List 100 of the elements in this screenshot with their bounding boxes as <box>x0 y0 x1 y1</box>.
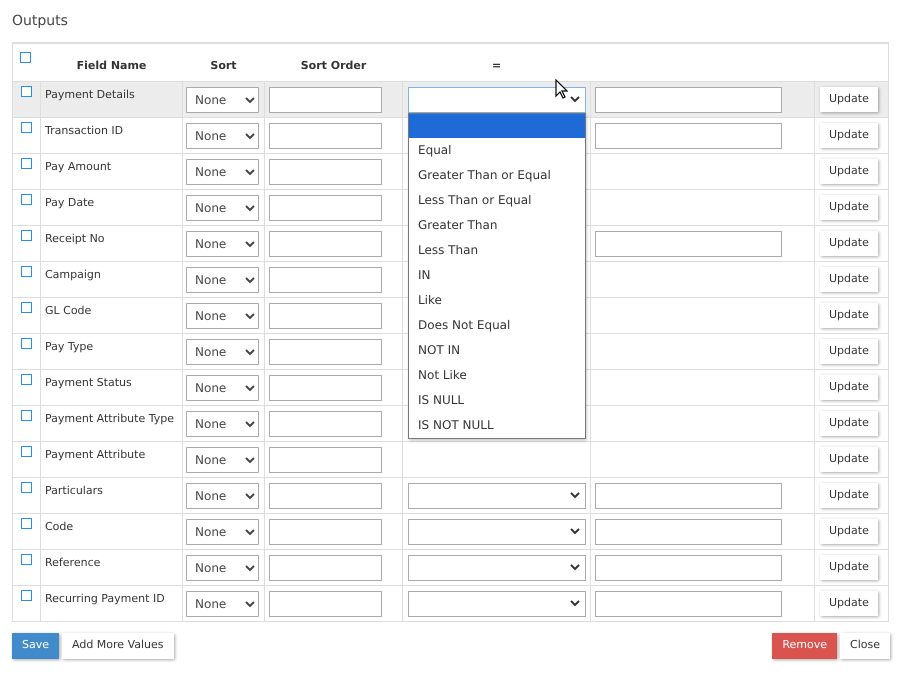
field-name: Receipt No <box>44 230 106 246</box>
dropdown-option[interactable]: Does Not Equal <box>409 312 585 338</box>
field-name: Pay Amount <box>44 158 112 174</box>
checkbox[interactable] <box>21 122 32 132</box>
operator-select[interactable] <box>408 482 586 508</box>
sort-select[interactable]: None <box>186 266 259 292</box>
footer-button[interactable]: Save <box>12 632 60 658</box>
update-button[interactable]: Update <box>820 374 878 400</box>
sort-order-input[interactable] <box>269 86 382 112</box>
section-title: Outputs <box>12 12 69 30</box>
chevron-icon <box>570 600 580 607</box>
value-input[interactable] <box>595 590 782 616</box>
value-input[interactable] <box>595 122 782 148</box>
field-name: Transaction ID <box>44 122 124 138</box>
sort-order-input[interactable] <box>269 410 382 436</box>
checkbox[interactable] <box>21 338 32 348</box>
sort-order-input[interactable] <box>269 230 382 256</box>
footer-button[interactable]: Add More Values <box>62 632 174 658</box>
chevron-icon <box>570 96 580 103</box>
checkbox[interactable] <box>21 266 32 276</box>
sort-select[interactable]: None <box>186 446 259 472</box>
sort-select[interactable]: None <box>186 122 259 148</box>
sort-select[interactable]: None <box>186 338 259 364</box>
operator-select[interactable] <box>408 518 586 544</box>
sort-select[interactable]: None <box>186 230 259 256</box>
update-button[interactable]: Update <box>820 338 878 364</box>
update-button[interactable]: Update <box>820 86 878 112</box>
sort-select[interactable]: None <box>186 482 259 508</box>
dropdown-option[interactable] <box>409 114 585 138</box>
sort-select[interactable]: None <box>186 590 259 616</box>
sort-select[interactable]: None <box>186 86 259 112</box>
update-button[interactable]: Update <box>820 410 878 436</box>
sort-select[interactable]: None <box>186 302 259 328</box>
field-name: Payment Attribute <box>44 446 146 462</box>
field-name: Particulars <box>44 482 104 498</box>
dropdown-option[interactable]: Greater Than <box>409 212 585 238</box>
field-name: Pay Date <box>44 194 96 210</box>
chevron-icon <box>570 528 580 535</box>
update-button[interactable]: Update <box>820 230 878 256</box>
checkbox[interactable] <box>21 230 32 240</box>
checkbox[interactable] <box>21 410 32 420</box>
footer-button[interactable]: Close <box>840 632 890 658</box>
dropdown-option[interactable]: Not Like <box>409 362 585 388</box>
sort-select[interactable]: None <box>186 518 259 544</box>
sort-select[interactable]: None <box>186 410 259 436</box>
operator-select[interactable] <box>408 554 586 580</box>
checkbox[interactable] <box>20 52 31 63</box>
checkbox[interactable] <box>21 86 32 96</box>
sort-order-input[interactable] <box>269 374 382 400</box>
field-name: Recurring Payment ID <box>44 590 166 606</box>
update-button[interactable]: Update <box>820 194 878 220</box>
update-button[interactable]: Update <box>820 122 878 148</box>
operator-select[interactable] <box>408 590 586 616</box>
update-button[interactable]: Update <box>820 590 878 616</box>
checkbox[interactable] <box>21 302 32 312</box>
dropdown-option[interactable]: Like <box>409 288 585 312</box>
field-name: GL Code <box>44 302 92 318</box>
checkbox[interactable] <box>21 482 32 492</box>
checkbox[interactable] <box>21 194 32 204</box>
update-button[interactable]: Update <box>820 158 878 184</box>
sort-order-input[interactable] <box>269 518 382 544</box>
sort-order-input[interactable] <box>269 590 382 616</box>
sort-select[interactable]: None <box>186 194 259 220</box>
field-name: Campaign <box>44 266 102 282</box>
update-button[interactable]: Update <box>820 518 878 544</box>
sort-order-input[interactable] <box>269 446 382 472</box>
value-input[interactable] <box>595 86 782 112</box>
checkbox[interactable] <box>21 374 32 384</box>
update-button[interactable]: Update <box>820 302 878 328</box>
sort-order-input[interactable] <box>269 158 382 184</box>
update-button[interactable]: Update <box>820 554 878 580</box>
field-name: Payment Status <box>44 374 133 390</box>
sort-order-input[interactable] <box>269 266 382 292</box>
chevron-icon <box>570 564 580 571</box>
update-button[interactable]: Update <box>820 446 878 472</box>
dropdown-option[interactable]: Equal <box>409 138 585 162</box>
value-input[interactable] <box>595 518 782 544</box>
value-input[interactable] <box>595 554 782 580</box>
field-name: Pay Type <box>44 338 94 354</box>
sort-order-input[interactable] <box>269 194 382 220</box>
dropdown-option[interactable]: IS NULL <box>409 388 585 412</box>
footer-button[interactable]: Remove <box>772 632 838 658</box>
sort-order-input[interactable] <box>269 554 382 580</box>
checkbox[interactable] <box>21 590 32 600</box>
checkbox[interactable] <box>21 446 32 456</box>
sort-select[interactable]: None <box>186 374 259 400</box>
sort-order-input[interactable] <box>269 338 382 364</box>
sort-order-input[interactable] <box>269 482 382 508</box>
checkbox[interactable] <box>21 518 32 528</box>
checkbox[interactable] <box>21 554 32 564</box>
sort-order-input[interactable] <box>269 302 382 328</box>
sort-select[interactable]: None <box>186 554 259 580</box>
value-input[interactable] <box>595 482 782 508</box>
sort-order-input[interactable] <box>269 122 382 148</box>
operator-select[interactable] <box>408 86 586 112</box>
update-button[interactable]: Update <box>820 266 878 292</box>
value-input[interactable] <box>595 230 782 256</box>
sort-select[interactable]: None <box>186 158 259 184</box>
checkbox[interactable] <box>21 158 32 168</box>
update-button[interactable]: Update <box>820 482 878 508</box>
